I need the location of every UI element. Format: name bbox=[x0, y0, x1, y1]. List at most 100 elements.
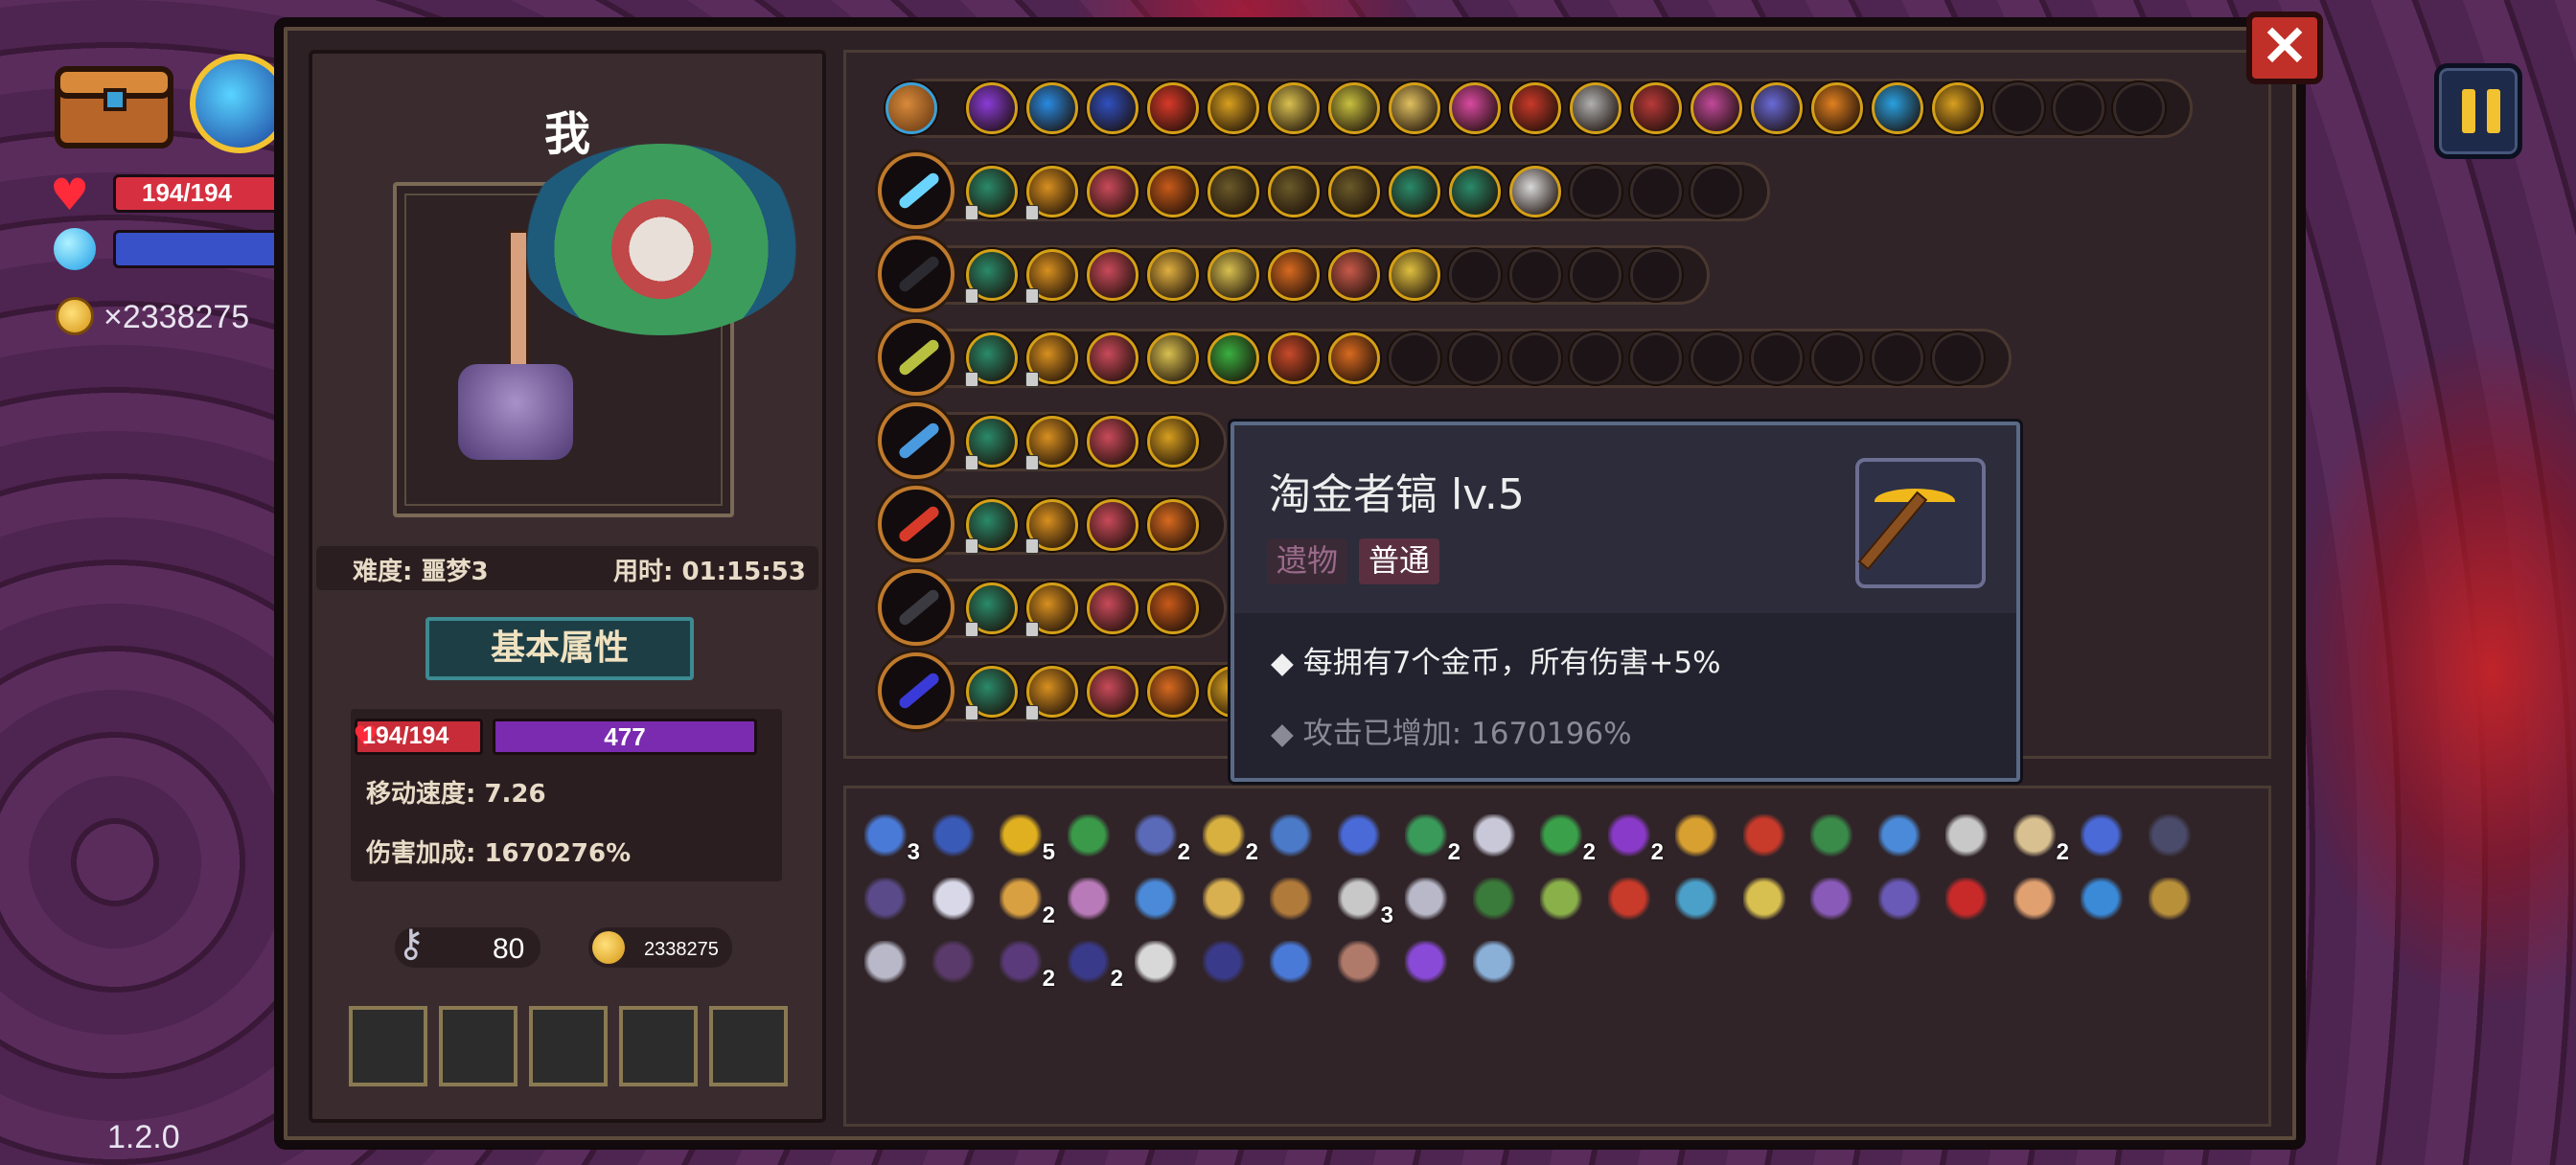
empty-upgrade-slot[interactable] bbox=[2053, 82, 2104, 134]
empty-upgrade-slot[interactable] bbox=[1389, 332, 1440, 384]
upgrade-icon[interactable] bbox=[1026, 82, 1078, 134]
empty-upgrade-slot[interactable] bbox=[1690, 332, 1742, 384]
item-icon[interactable]: 3 bbox=[1338, 878, 1393, 928]
item-icon[interactable] bbox=[1068, 814, 1114, 860]
upgrade-icon[interactable] bbox=[1449, 82, 1501, 134]
item-icon[interactable] bbox=[1675, 814, 1721, 860]
item-icon[interactable] bbox=[932, 878, 978, 924]
item-icon[interactable] bbox=[1405, 878, 1451, 924]
upgrade-icon[interactable] bbox=[1087, 416, 1138, 468]
item-icon[interactable] bbox=[864, 878, 910, 924]
upgrade-icon[interactable] bbox=[966, 82, 1018, 134]
upgrade-icon[interactable] bbox=[1328, 249, 1380, 301]
item-icon[interactable] bbox=[2149, 878, 2195, 924]
item-icon[interactable] bbox=[1473, 814, 1519, 860]
upgrade-icon[interactable] bbox=[1147, 666, 1199, 718]
empty-upgrade-slot[interactable] bbox=[1509, 332, 1561, 384]
item-icon[interactable] bbox=[1540, 878, 1586, 924]
item-icon[interactable] bbox=[1068, 878, 1114, 924]
item-icon[interactable] bbox=[1203, 941, 1249, 987]
upgrade-icon[interactable] bbox=[1389, 166, 1440, 217]
upgrade-icon[interactable] bbox=[1147, 166, 1199, 217]
empty-upgrade-slot[interactable] bbox=[1449, 249, 1501, 301]
empty-upgrade-slot[interactable] bbox=[1630, 166, 1682, 217]
item-icon[interactable] bbox=[1810, 814, 1856, 860]
upgrade-icon[interactable] bbox=[1147, 416, 1199, 468]
item-icon[interactable] bbox=[1338, 814, 1384, 860]
upgrade-icon[interactable] bbox=[1690, 82, 1742, 134]
orb-weapon-icon[interactable] bbox=[878, 402, 954, 479]
item-icon[interactable] bbox=[2013, 878, 2059, 924]
item-icon[interactable] bbox=[2081, 878, 2127, 924]
upgrade-icon[interactable] bbox=[1147, 82, 1199, 134]
upgrade-icon[interactable] bbox=[1389, 82, 1440, 134]
item-icon[interactable]: 3 bbox=[864, 814, 920, 865]
upgrade-icon[interactable] bbox=[965, 249, 1018, 304]
item-icon[interactable] bbox=[1743, 814, 1789, 860]
item-icon[interactable]: 2 bbox=[1000, 878, 1055, 928]
item-icon[interactable] bbox=[932, 814, 978, 860]
upgrade-icon[interactable] bbox=[1268, 249, 1320, 301]
empty-slot[interactable] bbox=[439, 1006, 518, 1086]
item-icon[interactable]: 2 bbox=[1405, 814, 1460, 865]
empty-upgrade-slot[interactable] bbox=[1630, 249, 1682, 301]
wand-weapon-icon[interactable] bbox=[878, 486, 954, 562]
upgrade-icon[interactable] bbox=[1147, 332, 1199, 384]
item-icon[interactable] bbox=[1945, 878, 1991, 924]
upgrade-icon[interactable] bbox=[1509, 166, 1561, 217]
upgrade-icon[interactable] bbox=[1268, 332, 1320, 384]
upgrade-icon[interactable] bbox=[1025, 249, 1078, 304]
upgrade-icon[interactable] bbox=[1025, 416, 1078, 470]
upgrade-icon[interactable] bbox=[1025, 499, 1078, 554]
upgrade-icon[interactable] bbox=[1509, 82, 1561, 134]
item-icon[interactable]: 5 bbox=[1000, 814, 1055, 865]
item-icon[interactable] bbox=[1270, 941, 1316, 987]
upgrade-icon[interactable] bbox=[1025, 166, 1078, 220]
upgrade-icon[interactable] bbox=[1087, 82, 1138, 134]
upgrade-icon[interactable] bbox=[1932, 82, 1984, 134]
upgrade-icon[interactable] bbox=[1630, 82, 1682, 134]
item-icon[interactable]: 2 bbox=[1068, 941, 1123, 992]
empty-upgrade-slot[interactable] bbox=[1570, 249, 1622, 301]
upgrade-icon[interactable] bbox=[1087, 166, 1138, 217]
upgrade-icon[interactable] bbox=[1087, 332, 1138, 384]
upgrade-icon[interactable] bbox=[965, 416, 1018, 470]
upgrade-icon[interactable] bbox=[1811, 82, 1863, 134]
empty-upgrade-slot[interactable] bbox=[1570, 332, 1622, 384]
item-icon[interactable] bbox=[2149, 814, 2195, 860]
item-icon[interactable] bbox=[2081, 814, 2127, 860]
upgrade-icon[interactable] bbox=[965, 666, 1018, 720]
item-icon[interactable] bbox=[1608, 878, 1654, 924]
item-icon[interactable] bbox=[1135, 941, 1181, 987]
item-icon[interactable] bbox=[1473, 878, 1519, 924]
item-icon[interactable] bbox=[1270, 814, 1316, 860]
basic-attributes-button[interactable]: 基本属性 bbox=[426, 617, 694, 680]
upgrade-icon[interactable] bbox=[1087, 249, 1138, 301]
upgrade-icon[interactable] bbox=[1087, 582, 1138, 634]
upgrade-icon[interactable] bbox=[1449, 166, 1501, 217]
item-icon[interactable]: 2 bbox=[1540, 814, 1596, 865]
sword-weapon-icon[interactable] bbox=[878, 152, 954, 229]
upgrade-icon[interactable] bbox=[1147, 499, 1199, 551]
chest-icon[interactable] bbox=[886, 82, 937, 134]
empty-upgrade-slot[interactable] bbox=[1932, 332, 1984, 384]
empty-upgrade-slot[interactable] bbox=[1811, 332, 1863, 384]
upgrade-icon[interactable] bbox=[1208, 332, 1259, 384]
upgrade-icon[interactable] bbox=[965, 499, 1018, 554]
item-icon[interactable] bbox=[1945, 814, 1991, 860]
empty-upgrade-slot[interactable] bbox=[1751, 332, 1803, 384]
upgrade-icon[interactable] bbox=[1872, 82, 1923, 134]
upgrade-icon[interactable] bbox=[1147, 249, 1199, 301]
upgrade-icon[interactable] bbox=[1208, 166, 1259, 217]
upgrade-icon[interactable] bbox=[1025, 666, 1078, 720]
scepter-weapon-icon[interactable] bbox=[878, 319, 954, 396]
upgrade-icon[interactable] bbox=[1751, 82, 1803, 134]
empty-slot[interactable] bbox=[709, 1006, 788, 1086]
empty-upgrade-slot[interactable] bbox=[1509, 249, 1561, 301]
vortex-weapon-icon[interactable] bbox=[878, 652, 954, 729]
upgrade-icon[interactable] bbox=[1328, 332, 1380, 384]
empty-upgrade-slot[interactable] bbox=[2113, 82, 2165, 134]
item-icon[interactable] bbox=[1135, 878, 1181, 924]
item-icon[interactable] bbox=[1473, 941, 1519, 987]
upgrade-icon[interactable] bbox=[1087, 499, 1138, 551]
